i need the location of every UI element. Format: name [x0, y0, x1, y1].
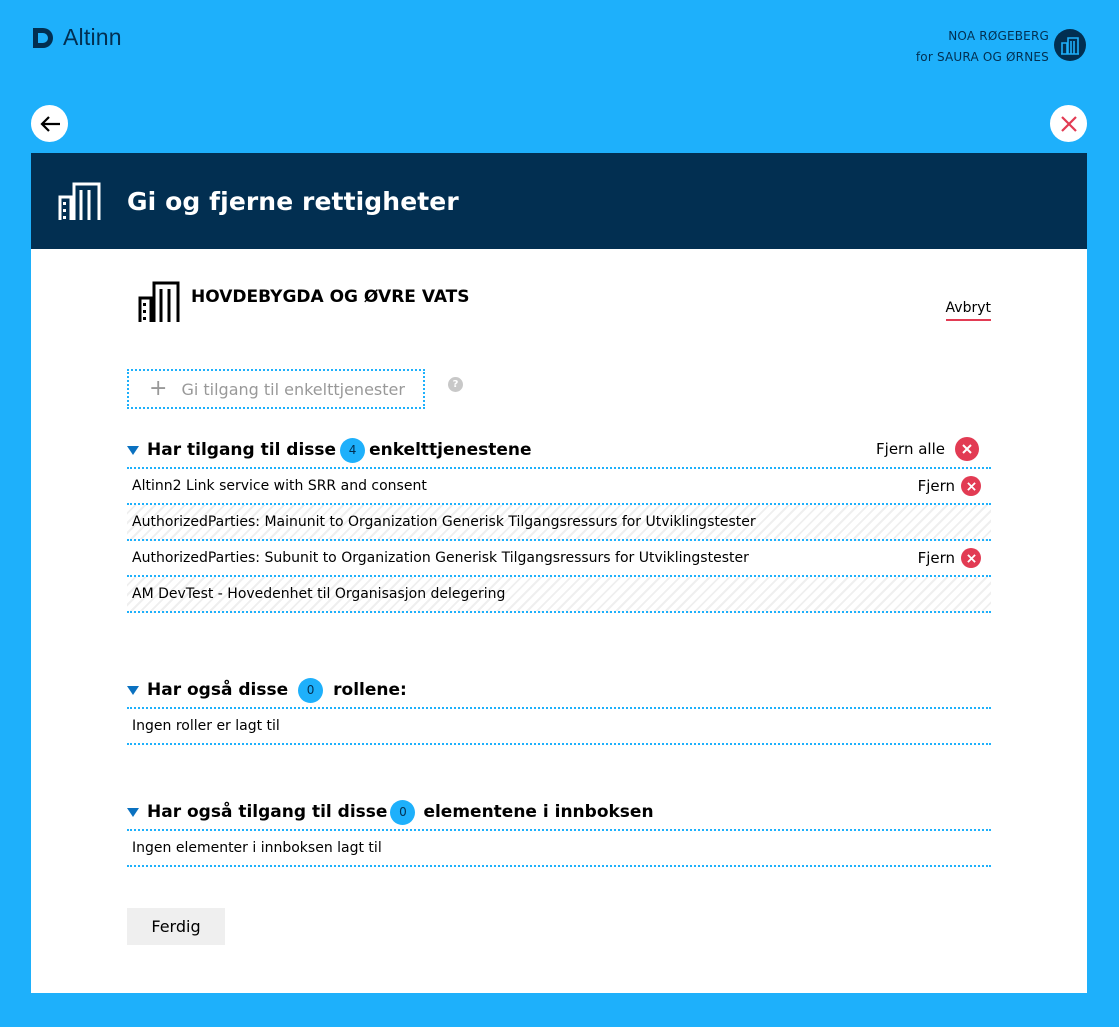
services-title-before: Har tilgang til disse [147, 440, 337, 460]
cancel-link[interactable]: Avbryt [945, 300, 991, 321]
add-service-access-label: Gi tilgang til enkelttjenester [181, 379, 405, 399]
remove-all-button[interactable]: Fjern alle [876, 437, 979, 461]
service-name: AuthorizedParties: Subunit to Organizati… [132, 550, 749, 566]
remove-service-label: Fjern [917, 477, 955, 495]
inbox-section-title: Har også tilgang til disse 0 elementene … [147, 799, 654, 825]
inbox-title-before: Har også tilgang til disse [147, 802, 388, 822]
top-bar: Altinn NOA RØGEBERG for SAURA OG ØRNES [0, 0, 1119, 80]
service-row: AM DevTest - Hovedenhet til Organisasjon… [127, 577, 991, 613]
altinn-logo-icon [33, 27, 53, 48]
inbox-section: Har også tilgang til disse 0 elementene … [127, 795, 991, 867]
help-icon[interactable]: ? [448, 377, 463, 392]
roles-title-before: Har også disse [147, 680, 289, 700]
inbox-empty-text: Ingen elementer i innboksen lagt til [132, 840, 382, 856]
roles-section-header[interactable]: Har også disse 0 rollene: [127, 673, 991, 709]
modal-header: Gi og fjerne rettigheter [31, 153, 1087, 249]
inbox-empty-row: Ingen elementer i innboksen lagt til [127, 831, 991, 867]
roles-empty-row: Ingen roller er lagt til [127, 709, 991, 745]
close-icon [1060, 115, 1077, 132]
altinn-logo[interactable]: Altinn [31, 24, 122, 51]
remove-service-label: Fjern [917, 549, 955, 567]
arrow-left-icon [39, 115, 60, 132]
services-section: Har tilgang til disse 4 enkelttjenestene… [127, 433, 991, 613]
user-name: NOA RØGEBERG [948, 29, 1049, 43]
caret-down-icon[interactable] [127, 685, 139, 695]
modal-title: Gi og fjerne rettigheter [127, 186, 459, 216]
service-name: AM DevTest - Hovedenhet til Organisasjon… [132, 586, 506, 602]
inbox-count-badge: 0 [390, 799, 416, 825]
caret-down-icon[interactable] [127, 445, 139, 455]
remove-circle-icon [961, 476, 981, 496]
services-section-title: Har tilgang til disse 4 enkelttjenestene [147, 437, 532, 463]
roles-section-title: Har også disse 0 rollene: [147, 677, 407, 703]
service-name: AuthorizedParties: Mainunit to Organizat… [132, 514, 756, 530]
organization-name: HOVDEBYGDA OG ØVRE VATS [191, 287, 470, 307]
service-row: AuthorizedParties: Subunit to Organizati… [127, 541, 991, 577]
organization-avatar[interactable] [1054, 29, 1086, 61]
organization-row: HOVDEBYGDA OG ØVRE VATS [137, 280, 470, 324]
close-button[interactable] [1050, 105, 1087, 142]
user-on-behalf: for SAURA OG ØRNES [915, 50, 1049, 64]
roles-empty-text: Ingen roller er lagt til [132, 718, 280, 734]
service-row: Altinn2 Link service with SRR and consen… [127, 469, 991, 505]
remove-circle-icon [955, 437, 979, 461]
roles-section: Har også disse 0 rollene: Ingen roller e… [127, 673, 991, 745]
back-button[interactable] [31, 105, 68, 142]
logo-text: Altinn [63, 24, 122, 50]
caret-down-icon[interactable] [127, 807, 139, 817]
rights-modal: Gi og fjerne rettigheter HOVDEBYGDA OG Ø… [31, 153, 1087, 993]
building-icon [138, 281, 180, 322]
remove-circle-icon [961, 548, 981, 568]
inbox-section-header[interactable]: Har også tilgang til disse 0 elementene … [127, 795, 991, 831]
building-icon [1061, 37, 1079, 55]
service-name: Altinn2 Link service with SRR and consen… [132, 478, 427, 494]
plus-icon: + [149, 376, 168, 401]
services-section-header[interactable]: Har tilgang til disse 4 enkelttjenestene… [127, 433, 991, 469]
building-icon [58, 182, 101, 220]
remove-all-label: Fjern alle [876, 440, 945, 458]
roles-title-after: rollene: [333, 680, 407, 700]
add-service-access-button[interactable]: + Gi tilgang til enkelttjenester [127, 369, 425, 409]
user-info[interactable]: NOA RØGEBERG for SAURA OG ØRNES [916, 26, 1049, 68]
inbox-title-after: elementene i innboksen [423, 802, 654, 822]
service-row: AuthorizedParties: Mainunit to Organizat… [127, 505, 991, 541]
done-button[interactable]: Ferdig [127, 908, 225, 945]
services-title-after: enkelttjenestene [369, 440, 532, 460]
remove-service-button[interactable]: Fjern [918, 548, 981, 568]
roles-count-badge: 0 [298, 677, 324, 703]
services-count-badge: 4 [340, 437, 366, 463]
remove-service-button[interactable]: Fjern [918, 476, 981, 496]
